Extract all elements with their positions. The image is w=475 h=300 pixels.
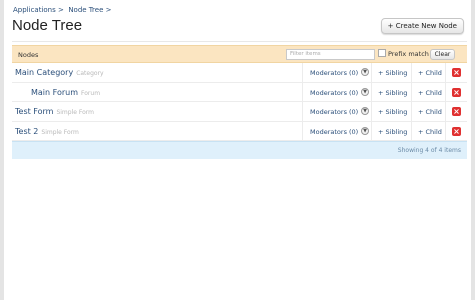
chevron-down-icon[interactable]: ▼ (361, 68, 369, 76)
divider (12, 41, 467, 42)
add-child-link[interactable]: + Child (418, 89, 442, 97)
add-sibling-link[interactable]: + Sibling (378, 128, 407, 136)
add-child-cell[interactable]: + Child (411, 63, 445, 82)
add-sibling-cell[interactable]: + Sibling (371, 63, 411, 82)
table-row: Main Forum Forum Moderators (0) ▼ + Sibli… (12, 82, 467, 102)
delete-icon[interactable]: × (452, 126, 461, 136)
table-footer: Showing 4 of 4 items (12, 141, 467, 159)
table-header-label: Nodes (18, 51, 39, 59)
moderators-link[interactable]: Moderators (0) (310, 69, 358, 77)
delete-cell[interactable]: × (445, 63, 467, 82)
node-type: Forum (81, 89, 101, 97)
prefix-match-label: Prefix match (388, 50, 429, 58)
add-child-cell[interactable]: + Child (411, 121, 445, 141)
node-table: Nodes Filter items Prefix match Clear Ma… (12, 45, 467, 159)
prefix-match-checkbox[interactable] (378, 49, 386, 57)
delete-icon[interactable]: × (452, 107, 461, 116)
table-header: Nodes Filter items Prefix match Clear (12, 45, 467, 63)
add-child-cell[interactable]: + Child (411, 82, 445, 102)
moderators-cell[interactable]: Moderators (0) ▼ (302, 121, 371, 141)
moderators-link[interactable]: Moderators (0) (310, 128, 358, 136)
add-sibling-link[interactable]: + Sibling (378, 108, 407, 116)
create-new-node-button[interactable]: + Create New Node (380, 18, 464, 34)
table-row: Test 2 Simple Form Moderators (0) ▼ + Sib… (12, 121, 467, 141)
add-sibling-cell[interactable]: + Sibling (371, 121, 411, 141)
moderators-cell[interactable]: Moderators (0) ▼ (302, 63, 371, 82)
delete-cell[interactable]: × (445, 121, 467, 141)
breadcrumb-item-applications[interactable]: Applications > (13, 6, 64, 14)
clear-button[interactable]: Clear (430, 49, 455, 60)
table-row: Main Category Category Moderators (0) ▼ +… (12, 63, 467, 83)
add-child-cell[interactable]: + Child (411, 102, 445, 121)
item-count: Showing 4 of 4 items (397, 147, 461, 154)
chevron-down-icon[interactable]: ▼ (361, 126, 369, 135)
node-type: Category (76, 70, 104, 77)
add-sibling-link[interactable]: + Sibling (378, 69, 407, 77)
add-child-link[interactable]: + Child (418, 128, 442, 136)
delete-cell[interactable]: × (445, 82, 467, 102)
prefix-match-option[interactable]: Prefix match (378, 49, 429, 58)
add-child-link[interactable]: + Child (418, 108, 442, 116)
delete-icon[interactable]: × (452, 87, 461, 97)
moderators-cell[interactable]: Moderators (0) ▼ (302, 82, 371, 102)
delete-cell[interactable]: × (445, 102, 467, 121)
delete-icon[interactable]: × (452, 68, 461, 77)
page-title: Node Tree (12, 17, 83, 34)
node-type: Simple Form (41, 128, 79, 136)
node-name[interactable]: Test Form Simple Form (15, 107, 94, 116)
add-sibling-cell[interactable]: + Sibling (371, 102, 411, 121)
chevron-down-icon[interactable]: ▼ (361, 107, 369, 115)
node-name[interactable]: Test 2 Simple Form (15, 127, 79, 136)
node-type: Simple Form (56, 109, 94, 116)
node-name[interactable]: Main Category Category (15, 68, 104, 77)
table-row: Test Form Simple Form Moderators (0) ▼ + … (12, 102, 467, 122)
page: Applications > Node Tree > Node Tree + C… (4, 0, 471, 300)
add-sibling-cell[interactable]: + Sibling (371, 82, 411, 102)
breadcrumb-item-node-tree[interactable]: Node Tree > (68, 6, 111, 14)
breadcrumb: Applications > Node Tree > (13, 6, 111, 14)
node-name[interactable]: Main Forum Forum (31, 88, 100, 97)
add-child-link[interactable]: + Child (418, 69, 442, 77)
add-sibling-link[interactable]: + Sibling (378, 89, 407, 97)
filter-input[interactable]: Filter items (286, 49, 375, 60)
moderators-link[interactable]: Moderators (0) (310, 108, 358, 116)
chevron-down-icon[interactable]: ▼ (361, 87, 369, 96)
moderators-cell[interactable]: Moderators (0) ▼ (302, 102, 371, 121)
moderators-link[interactable]: Moderators (0) (310, 89, 358, 97)
